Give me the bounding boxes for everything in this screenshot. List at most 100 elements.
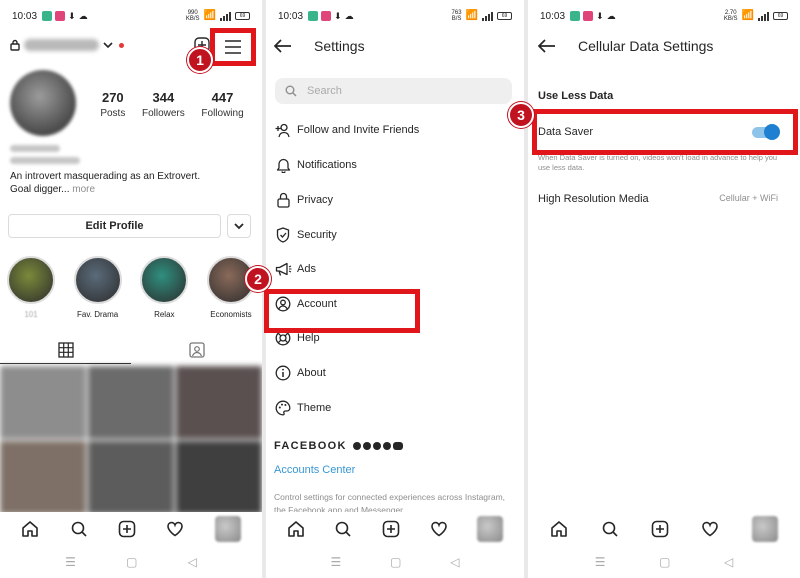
profile-bio: An introvert masquerading as an Extrover… xyxy=(10,170,200,196)
username-blurred[interactable] xyxy=(24,39,99,51)
menu-item-label: Notifications xyxy=(297,159,357,171)
menu-item-follow-invite[interactable]: Follow and Invite Friends xyxy=(274,119,516,141)
step-badge-1: 1 xyxy=(187,47,213,73)
back-nav-icon[interactable]: ◁ xyxy=(188,555,197,569)
highlight-item[interactable]: Fav. Drama xyxy=(71,256,125,319)
highlight-item[interactable]: 101 xyxy=(4,256,58,319)
account-highlight-box xyxy=(264,289,420,333)
grid-photo[interactable] xyxy=(0,441,86,514)
high-resolution-media-row[interactable]: High Resolution Media Cellular + WiFi xyxy=(538,193,778,205)
grid-icon xyxy=(57,341,74,358)
menu-item-notifications[interactable]: Notifications xyxy=(274,154,516,176)
app-notif-icon xyxy=(42,11,53,21)
back-arrow-icon[interactable] xyxy=(274,39,292,53)
app-notif-icon xyxy=(321,11,332,21)
back-nav-icon[interactable]: ◁ xyxy=(450,555,459,569)
settings-header: Settings xyxy=(274,34,516,58)
accounts-center-link[interactable]: Accounts Center xyxy=(274,464,355,476)
recents-nav-icon[interactable]: ☰ xyxy=(330,555,341,569)
chevron-down-icon[interactable] xyxy=(103,41,113,49)
data-saver-description: When Data Saver is turned on, videos won… xyxy=(538,153,778,172)
search-icon[interactable] xyxy=(601,520,619,538)
create-post-icon[interactable] xyxy=(382,520,400,538)
signal-icon xyxy=(758,11,769,21)
search-icon xyxy=(285,85,297,97)
shield-icon xyxy=(276,227,290,243)
android-nav-bar: ☰ ▢ ◁ xyxy=(0,546,262,578)
tab-tagged[interactable] xyxy=(131,336,262,364)
bio-more-link[interactable]: more xyxy=(69,184,95,195)
grid-photo[interactable] xyxy=(88,441,174,514)
menu-item-ads[interactable]: Ads xyxy=(274,258,516,280)
download-icon: ⬇ xyxy=(334,10,342,21)
highlight-cover xyxy=(140,256,189,304)
battery-icon: 69 xyxy=(497,12,512,20)
home-icon[interactable] xyxy=(287,520,305,538)
highlight-label: Relax xyxy=(154,310,175,319)
recents-nav-icon[interactable]: ☰ xyxy=(65,555,76,569)
stat-followers[interactable]: 344 Followers xyxy=(142,90,185,119)
menu-item-label: Follow and Invite Friends xyxy=(297,124,420,136)
use-less-data-heading: Use Less Data xyxy=(538,90,614,102)
signal-icon xyxy=(482,11,493,21)
heart-icon[interactable] xyxy=(166,520,184,538)
back-nav-icon[interactable]: ◁ xyxy=(724,555,733,569)
status-bar: 10:03 ⬇ ☁ 763 B/S 📶 69 xyxy=(266,0,524,32)
net-speed-unit: KB/S xyxy=(723,16,738,22)
wifi-icon: 📶 xyxy=(203,10,216,21)
whatsapp-icon xyxy=(382,442,391,450)
lock-icon xyxy=(276,192,290,208)
menu-item-security[interactable]: Security xyxy=(274,224,516,246)
category-blurred xyxy=(10,157,80,164)
menu-item-theme[interactable]: Theme xyxy=(274,397,516,419)
back-arrow-icon[interactable] xyxy=(538,39,556,53)
profile-tab-avatar[interactable] xyxy=(477,516,504,542)
heart-icon[interactable] xyxy=(701,520,719,538)
palette-icon xyxy=(275,400,291,416)
bottom-tab-bar xyxy=(266,512,524,546)
stat-following[interactable]: 447 Following xyxy=(201,90,243,119)
menu-item-about[interactable]: About xyxy=(274,362,516,384)
android-nav-bar: ☰ ▢ ◁ xyxy=(266,546,524,578)
data-saver-highlight-box xyxy=(532,109,798,155)
profile-tab-avatar[interactable] xyxy=(214,516,241,542)
home-nav-icon[interactable]: ▢ xyxy=(126,555,137,569)
megaphone-icon xyxy=(275,262,291,276)
grid-photo[interactable] xyxy=(0,366,86,439)
home-icon[interactable] xyxy=(550,520,568,538)
search-icon[interactable] xyxy=(70,520,88,538)
stat-posts[interactable]: 270 Posts xyxy=(100,90,125,119)
home-nav-icon[interactable]: ▢ xyxy=(390,555,401,569)
three-step-screenshot: 10:03 ⬇ ☁ 990 KB/S 📶 69 1 270 Posts 344 … xyxy=(0,0,800,578)
highlight-label: 101 xyxy=(24,310,38,319)
menu-item-privacy[interactable]: Privacy xyxy=(274,189,516,211)
status-bar: 10:03 ⬇ ☁ 2.70 KB/S 📶 69 xyxy=(528,0,800,32)
hamburger-menu-button[interactable] xyxy=(210,28,256,66)
highlight-cover xyxy=(7,256,55,304)
profile-tabs xyxy=(0,336,262,364)
profile-picture[interactable] xyxy=(10,70,76,136)
home-nav-icon[interactable]: ▢ xyxy=(659,555,670,569)
create-post-icon[interactable] xyxy=(651,520,669,538)
net-speed-unit: KB/S xyxy=(185,16,200,22)
wifi-icon: 📶 xyxy=(465,10,478,21)
tab-posts-grid[interactable] xyxy=(0,336,131,364)
edit-profile-button[interactable]: Edit Profile xyxy=(8,214,221,238)
menu-item-label: About xyxy=(297,367,326,379)
create-post-icon[interactable] xyxy=(118,520,136,538)
story-highlights: 101 Fav. Drama Relax Economists xyxy=(4,256,262,319)
profile-tab-avatar[interactable] xyxy=(751,516,778,542)
add-person-icon xyxy=(275,123,290,137)
settings-search-input[interactable]: Search xyxy=(275,78,512,104)
grid-photo[interactable] xyxy=(88,366,174,439)
home-icon[interactable] xyxy=(21,520,39,538)
discover-people-button[interactable] xyxy=(227,214,251,238)
search-icon[interactable] xyxy=(334,520,352,538)
profile-stats: 270 Posts 344 Followers 447 Following xyxy=(92,90,252,119)
highlight-item[interactable]: Relax xyxy=(137,256,191,319)
grid-photo[interactable] xyxy=(176,366,262,439)
heart-icon[interactable] xyxy=(430,520,448,538)
grid-photo[interactable] xyxy=(176,441,262,514)
recents-nav-icon[interactable]: ☰ xyxy=(595,555,606,569)
battery-icon: 69 xyxy=(235,12,250,20)
